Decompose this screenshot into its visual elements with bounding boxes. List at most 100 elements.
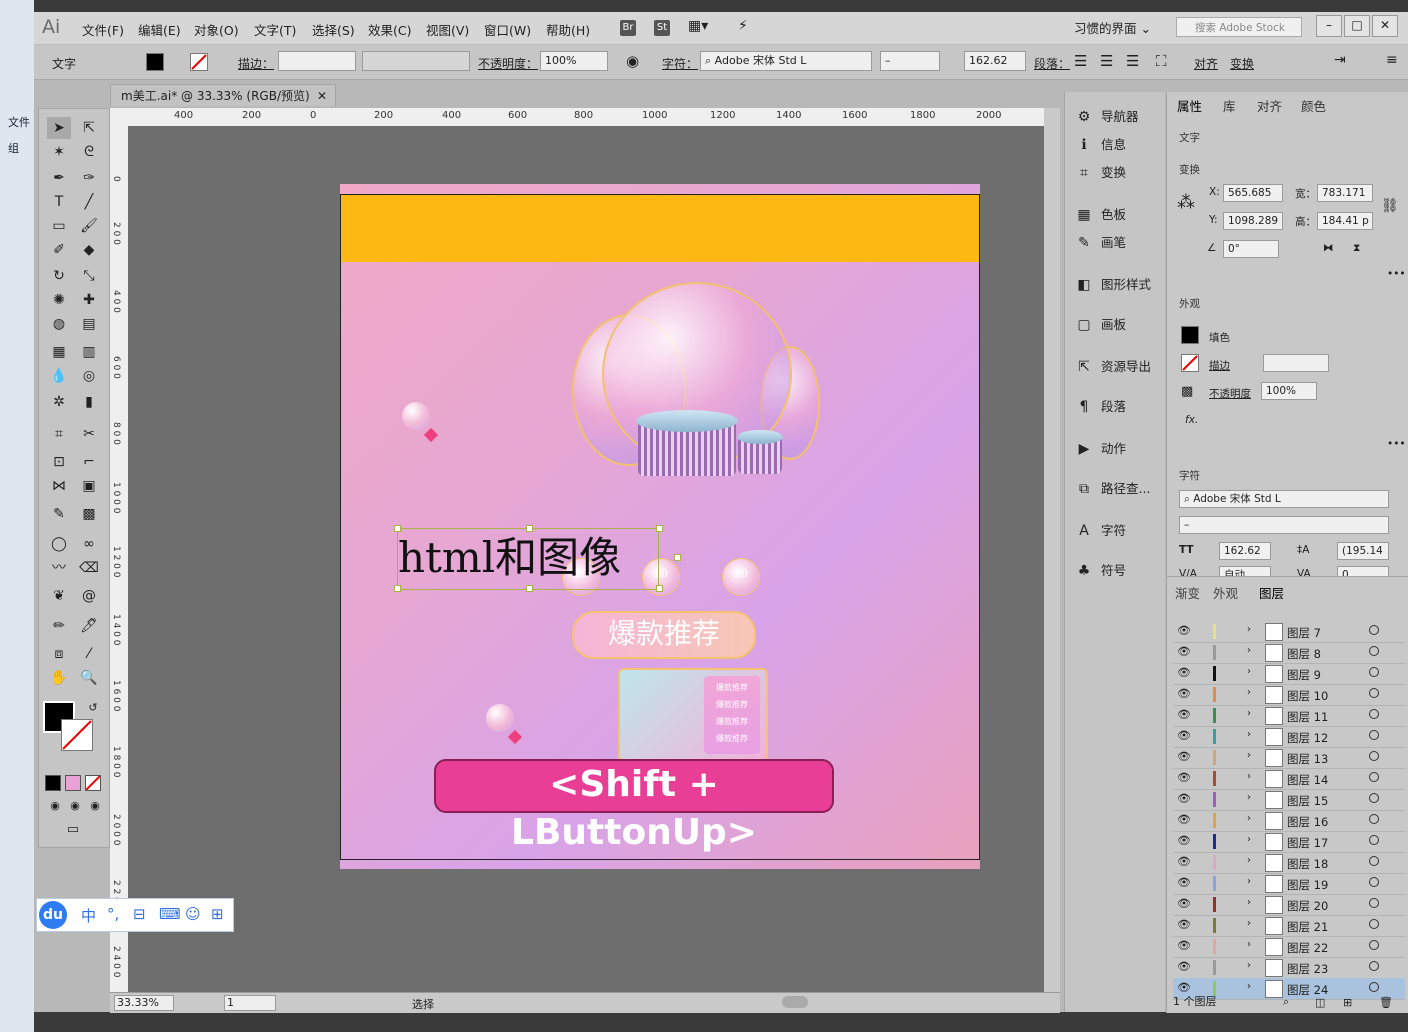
expand-chevron-icon[interactable]: ›	[1247, 750, 1251, 761]
dock-pathfinder[interactable]: ⧉ 路径查...	[1075, 478, 1150, 497]
tab-libraries[interactable]: 库	[1223, 96, 1236, 115]
layer-target-icon[interactable]	[1369, 814, 1379, 824]
canvas-area[interactable]: 20 20 20 html和图像 爆款推荐 爆款推荐 爆款推荐 爆款推荐 爆款推…	[128, 126, 1044, 992]
screen-mode-icon[interactable]: ▭	[61, 819, 85, 841]
expand-chevron-icon[interactable]: ›	[1247, 708, 1251, 719]
tab-color[interactable]: 颜色	[1301, 96, 1326, 115]
chart-tool-icon[interactable]: ▣	[77, 475, 101, 497]
layer-row[interactable]: 👁 › 图层 19	[1173, 873, 1405, 895]
opacity-label[interactable]: 不透明度：	[478, 55, 538, 72]
type-tool-icon[interactable]: T	[47, 191, 71, 213]
visibility-eye-icon[interactable]: 👁	[1177, 897, 1191, 910]
layer-name[interactable]: 图层 15	[1287, 793, 1328, 809]
expand-chevron-icon[interactable]: ›	[1247, 666, 1251, 677]
font-size-field[interactable]: 162.62	[1219, 542, 1271, 560]
layer-target-icon[interactable]	[1369, 793, 1379, 803]
brush-tool-icon[interactable]: ✎	[47, 503, 71, 525]
expand-chevron-icon[interactable]: ›	[1247, 645, 1251, 656]
menu-window[interactable]: 窗口(W)	[484, 20, 531, 39]
locate-object-icon[interactable]: ⌕	[1283, 995, 1289, 1009]
tab-align[interactable]: 对齐	[1257, 96, 1282, 115]
align-left-icon[interactable]: ☰	[1074, 52, 1087, 70]
artboard-tool-icon[interactable]: ⌗	[47, 423, 71, 445]
dock-artboards[interactable]: ▢ 画板	[1075, 314, 1126, 333]
more-options-icon[interactable]: •••	[1387, 268, 1406, 280]
toolbox-icon[interactable]: ⊟	[133, 905, 146, 923]
crop-image-icon[interactable]: ⌐	[77, 451, 101, 473]
minimize-button[interactable]: –	[1316, 15, 1342, 37]
dock-paragraph[interactable]: ¶ 段落	[1075, 396, 1126, 415]
stroke-weight-field[interactable]	[278, 51, 356, 71]
layer-target-icon[interactable]	[1369, 730, 1379, 740]
layer-row[interactable]: 👁 › 图层 12	[1173, 726, 1405, 748]
document-tab[interactable]: m美工.ai* @ 33.33% (RGB/预览) ✕	[110, 84, 336, 106]
expand-chevron-icon[interactable]: ›	[1247, 939, 1251, 950]
tab-layers[interactable]: 图层	[1259, 583, 1284, 602]
visibility-eye-icon[interactable]: 👁	[1177, 813, 1191, 826]
opacity-label[interactable]: 不透明度	[1209, 386, 1251, 401]
close-window-button[interactable]: ✕	[1372, 15, 1398, 37]
align-right-icon[interactable]: ☰	[1126, 52, 1139, 70]
expand-chevron-icon[interactable]: ›	[1247, 897, 1251, 908]
slice-tool-icon[interactable]: ✂	[77, 423, 101, 445]
dock-swatches[interactable]: ▦ 色板	[1075, 204, 1126, 223]
symbol-sprayer-icon[interactable]: ✲	[47, 391, 71, 413]
erase-path-icon[interactable]: ⌫	[77, 557, 101, 579]
opacity-field[interactable]: 100%	[1261, 382, 1317, 400]
dock-info[interactable]: ℹ 信息	[1075, 134, 1126, 153]
vertical-scrollbar[interactable]	[1044, 108, 1060, 992]
ellipse-tool-icon[interactable]: ◯	[47, 533, 71, 555]
artboard-number-field[interactable]: 1	[224, 995, 276, 1011]
effects-button[interactable]: fx.	[1185, 414, 1198, 426]
stock-button[interactable]: St	[654, 20, 670, 36]
layer-name[interactable]: 图层 12	[1287, 730, 1328, 746]
width-field[interactable]: 783.171	[1317, 184, 1373, 202]
close-tab-icon[interactable]: ✕	[317, 85, 327, 107]
visibility-eye-icon[interactable]: 👁	[1177, 750, 1191, 763]
paragraph-label[interactable]: 段落：	[1034, 55, 1070, 72]
mesh-tool-icon[interactable]: ▦	[47, 341, 71, 363]
visibility-eye-icon[interactable]: 👁	[1177, 918, 1191, 931]
artboard[interactable]: 20 20 20 html和图像 爆款推荐 爆款推荐 爆款推荐 爆款推荐 爆款推…	[340, 184, 980, 869]
layer-target-icon[interactable]	[1369, 835, 1379, 845]
puppet-warp-tool-icon[interactable]: ✚	[77, 289, 101, 311]
layer-target-icon[interactable]	[1369, 877, 1379, 887]
expand-chevron-icon[interactable]: ›	[1247, 876, 1251, 887]
rotate-field[interactable]: 0°	[1223, 240, 1279, 258]
bridge-button[interactable]: Br	[620, 20, 636, 36]
menu-select[interactable]: 选择(S)	[312, 20, 355, 39]
lasso-icon[interactable]: ᘓ	[77, 141, 101, 163]
layer-target-icon[interactable]	[1369, 898, 1379, 908]
scale-tool-icon[interactable]: ⤡	[77, 265, 101, 287]
expand-chevron-icon[interactable]: ›	[1247, 834, 1251, 845]
warp-tool-icon[interactable]: ✺	[47, 289, 71, 311]
perspective-grid-icon[interactable]: ▤	[77, 313, 101, 335]
layer-row[interactable]: 👁 › 图层 22	[1173, 936, 1405, 958]
product-card[interactable]: 爆款推荐 爆款推荐 爆款推荐 爆款推荐	[618, 668, 768, 762]
layer-name[interactable]: 图层 9	[1287, 667, 1321, 683]
layer-name[interactable]: 图层 22	[1287, 940, 1328, 956]
visibility-eye-icon[interactable]: 👁	[1177, 687, 1191, 700]
selection-bounding-box[interactable]	[397, 528, 659, 590]
dock-brushes[interactable]: ✎ 画笔	[1075, 232, 1126, 251]
layer-name[interactable]: 图层 17	[1287, 835, 1328, 851]
layer-row[interactable]: 👁 › 图层 11	[1173, 705, 1405, 727]
stroke-color-box[interactable]	[61, 719, 93, 751]
layer-row[interactable]: 👁 › 图层 21	[1173, 915, 1405, 937]
tab-gradient[interactable]: 渐变	[1175, 583, 1200, 602]
layer-row[interactable]: 👁 › 图层 15	[1173, 789, 1405, 811]
coupon-coin[interactable]: 20	[722, 558, 760, 596]
pipette-icon[interactable]: ⁄	[77, 643, 101, 665]
make-clipping-mask-icon[interactable]: ◫	[1315, 996, 1325, 1009]
menu-file[interactable]: 文件(F)	[82, 20, 124, 39]
dock-asset-export[interactable]: ⇱ 资源导出	[1075, 356, 1151, 375]
glasses-icon[interactable]: ∞	[77, 533, 101, 555]
layer-target-icon[interactable]	[1369, 751, 1379, 761]
visibility-eye-icon[interactable]: 👁	[1177, 666, 1191, 679]
font-style-field[interactable]: –	[880, 51, 940, 71]
y-field[interactable]: 1098.289	[1223, 212, 1283, 230]
layer-target-icon[interactable]	[1369, 625, 1379, 635]
variable-width-field[interactable]	[362, 51, 470, 71]
layer-row[interactable]: 👁 › 图层 13	[1173, 747, 1405, 769]
paintbrush-icon[interactable]: 🖌	[77, 215, 101, 237]
